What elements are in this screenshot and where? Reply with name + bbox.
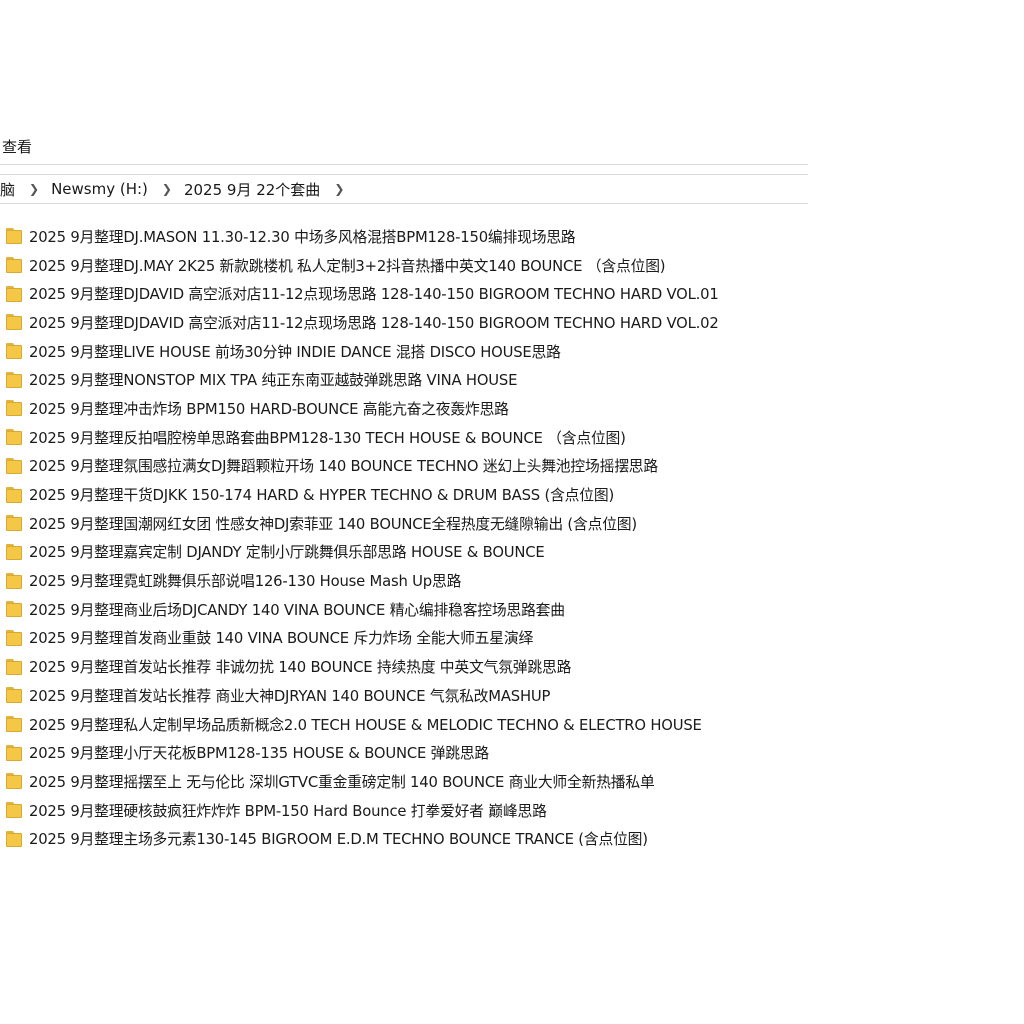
list-item[interactable]: 2025 9月整理DJDAVID 高空派对店11-12点现场思路 128-140… bbox=[0, 308, 820, 337]
list-item[interactable]: 2025 9月整理首发商业重鼓 140 VINA BOUNCE 斥力炸场 全能大… bbox=[0, 624, 820, 653]
folder-icon bbox=[6, 543, 24, 561]
file-name: 2025 9月整理硬核鼓疯狂炸炸炸 BPM-150 Hard Bounce 打拳… bbox=[29, 802, 547, 820]
ribbon-divider bbox=[0, 164, 808, 165]
list-item[interactable]: 2025 9月整理国潮网红女团 性感女神DJ索菲亚 140 BOUNCE全程热度… bbox=[0, 509, 820, 538]
folder-icon bbox=[6, 572, 24, 590]
chevron-right-icon[interactable]: ❯ bbox=[19, 182, 47, 196]
file-name: 2025 9月整理首发站长推荐 商业大神DJRYAN 140 BOUNCE 气氛… bbox=[29, 687, 551, 705]
list-item[interactable]: 2025 9月整理霓虹跳舞俱乐部说唱126-130 House Mash Up思… bbox=[0, 566, 820, 595]
file-name: 2025 9月整理国潮网红女团 性感女神DJ索菲亚 140 BOUNCE全程热度… bbox=[29, 515, 637, 533]
file-name: 2025 9月整理私人定制早场品质新概念2.0 TECH HOUSE & MEL… bbox=[29, 716, 702, 734]
file-name: 2025 9月整理DJDAVID 高空派对店11-12点现场思路 128-140… bbox=[29, 314, 719, 332]
file-name: 2025 9月整理干货DJKK 150-174 HARD & HYPER TEC… bbox=[29, 487, 615, 505]
list-item[interactable]: 2025 9月整理摇摆至上 无与伦比 深圳GTVC重金重磅定制 140 BOUN… bbox=[0, 767, 820, 796]
chevron-right-icon[interactable]: ❯ bbox=[152, 182, 180, 196]
list-item[interactable]: 2025 9月整理氛围感拉满女DJ舞蹈颗粒开场 140 BOUNCE TECHN… bbox=[0, 452, 820, 481]
folder-icon bbox=[6, 285, 24, 303]
folder-icon bbox=[6, 514, 24, 532]
folder-icon bbox=[6, 313, 24, 331]
folder-icon bbox=[6, 830, 24, 848]
chevron-right-icon[interactable]: ❯ bbox=[324, 182, 352, 196]
breadcrumb-this-pc[interactable]: 脑 bbox=[0, 179, 19, 200]
list-item[interactable]: 2025 9月整理反拍唱腔榜单思路套曲BPM128-130 TECH HOUSE… bbox=[0, 423, 820, 452]
folder-icon bbox=[6, 371, 24, 389]
list-item[interactable]: 2025 9月整理首发站长推荐 非诚勿扰 140 BOUNCE 持续热度 中英文… bbox=[0, 652, 820, 681]
file-name: 2025 9月整理冲击炸场 BPM150 HARD-BOUNCE 高能亢奋之夜轰… bbox=[29, 400, 509, 418]
address-bar[interactable]: 脑 ❯ Newsmy (H:) ❯ 2025 9月 22个套曲 ❯ bbox=[0, 174, 808, 204]
file-name: 2025 9月整理氛围感拉满女DJ舞蹈颗粒开场 140 BOUNCE TECHN… bbox=[29, 458, 658, 476]
list-item[interactable]: 2025 9月整理主场多元素130-145 BIGROOM E.D.M TECH… bbox=[0, 824, 820, 853]
file-name: 2025 9月整理摇摆至上 无与伦比 深圳GTVC重金重磅定制 140 BOUN… bbox=[29, 773, 655, 791]
folder-icon bbox=[6, 744, 24, 762]
list-item[interactable]: 2025 9月整理小厅天花板BPM128-135 HOUSE & BOUNCE … bbox=[0, 738, 820, 767]
file-name: 2025 9月整理首发站长推荐 非诚勿扰 140 BOUNCE 持续热度 中英文… bbox=[29, 659, 572, 677]
folder-icon bbox=[6, 715, 24, 733]
folder-icon bbox=[6, 772, 24, 790]
list-item[interactable]: 2025 9月整理商业后场DJCANDY 140 VINA BOUNCE 精心编… bbox=[0, 595, 820, 624]
list-item[interactable]: 2025 9月整理硬核鼓疯狂炸炸炸 BPM-150 Hard Bounce 打拳… bbox=[0, 796, 820, 825]
folder-icon bbox=[6, 629, 24, 647]
list-item[interactable]: 2025 9月整理DJ.MAY 2K25 新款跳楼机 私人定制3+2抖音热播中英… bbox=[0, 251, 820, 280]
file-name: 2025 9月整理小厅天花板BPM128-135 HOUSE & BOUNCE … bbox=[29, 745, 490, 763]
folder-icon bbox=[6, 342, 24, 360]
breadcrumb-folder[interactable]: 2025 9月 22个套曲 bbox=[180, 179, 324, 200]
file-name: 2025 9月整理NONSTOP MIX TPA 纯正东南亚越鼓弹跳思路 VIN… bbox=[29, 372, 518, 390]
file-name: 2025 9月整理商业后场DJCANDY 140 VINA BOUNCE 精心编… bbox=[29, 601, 565, 619]
file-name: 2025 9月整理反拍唱腔榜单思路套曲BPM128-130 TECH HOUSE… bbox=[29, 429, 626, 447]
file-name: 2025 9月整理霓虹跳舞俱乐部说唱126-130 House Mash Up思… bbox=[29, 573, 462, 591]
file-name: 2025 9月整理首发商业重鼓 140 VINA BOUNCE 斥力炸场 全能大… bbox=[29, 630, 534, 648]
file-name: 2025 9月整理DJ.MASON 11.30-12.30 中场多风格混搭BPM… bbox=[29, 228, 576, 246]
list-item[interactable]: 2025 9月整理DJDAVID 高空派对店11-12点现场思路 128-140… bbox=[0, 279, 820, 308]
file-name: 2025 9月整理DJDAVID 高空派对店11-12点现场思路 128-140… bbox=[29, 286, 719, 304]
breadcrumb-drive[interactable]: Newsmy (H:) bbox=[47, 180, 152, 198]
list-item[interactable]: 2025 9月整理LIVE HOUSE 前场30分钟 INDIE DANCE 混… bbox=[0, 337, 820, 366]
folder-icon bbox=[6, 256, 24, 274]
folder-icon bbox=[6, 399, 24, 417]
folder-icon bbox=[6, 801, 24, 819]
file-name: 2025 9月整理嘉宾定制 DJANDY 定制小厅跳舞俱乐部思路 HOUSE &… bbox=[29, 544, 545, 562]
list-item[interactable]: 2025 9月整理首发站长推荐 商业大神DJRYAN 140 BOUNCE 气氛… bbox=[0, 681, 820, 710]
list-item[interactable]: 2025 9月整理嘉宾定制 DJANDY 定制小厅跳舞俱乐部思路 HOUSE &… bbox=[0, 538, 820, 567]
folder-icon bbox=[6, 227, 24, 245]
list-item[interactable]: 2025 9月整理冲击炸场 BPM150 HARD-BOUNCE 高能亢奋之夜轰… bbox=[0, 394, 820, 423]
folder-icon bbox=[6, 457, 24, 475]
list-item[interactable]: 2025 9月整理NONSTOP MIX TPA 纯正东南亚越鼓弹跳思路 VIN… bbox=[0, 365, 820, 394]
folder-icon bbox=[6, 600, 24, 618]
folder-icon bbox=[6, 686, 24, 704]
folder-icon bbox=[6, 486, 24, 504]
folder-icon bbox=[6, 428, 24, 446]
folder-icon bbox=[6, 658, 24, 676]
list-item[interactable]: 2025 9月整理私人定制早场品质新概念2.0 TECH HOUSE & MEL… bbox=[0, 710, 820, 739]
file-name: 2025 9月整理DJ.MAY 2K25 新款跳楼机 私人定制3+2抖音热播中英… bbox=[29, 257, 666, 275]
list-item[interactable]: 2025 9月整理干货DJKK 150-174 HARD & HYPER TEC… bbox=[0, 480, 820, 509]
file-explorer-window: 查看 脑 ❯ Newsmy (H:) ❯ 2025 9月 22个套曲 ❯ 202… bbox=[0, 0, 1024, 1024]
file-list: 2025 9月整理DJ.MASON 11.30-12.30 中场多风格混搭BPM… bbox=[0, 222, 820, 853]
ribbon-tab-view[interactable]: 查看 bbox=[2, 136, 32, 157]
file-name: 2025 9月整理LIVE HOUSE 前场30分钟 INDIE DANCE 混… bbox=[29, 343, 561, 361]
file-name: 2025 9月整理主场多元素130-145 BIGROOM E.D.M TECH… bbox=[29, 831, 648, 849]
list-item[interactable]: 2025 9月整理DJ.MASON 11.30-12.30 中场多风格混搭BPM… bbox=[0, 222, 820, 251]
